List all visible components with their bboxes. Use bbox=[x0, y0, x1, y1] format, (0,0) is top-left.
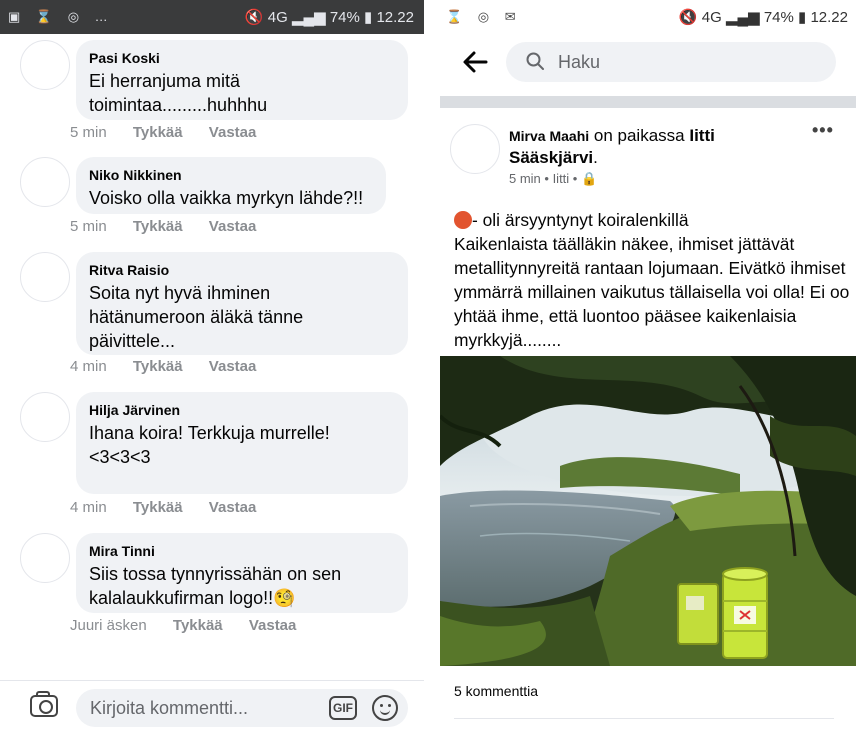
post-time-place: 5 min • Iitti • bbox=[509, 171, 578, 186]
mute-icon: 🔇 bbox=[678, 9, 698, 26]
battery-label: 74% bbox=[763, 9, 794, 26]
feed-divider bbox=[440, 96, 856, 108]
comment-text-line: toimintaa.........huhhhu bbox=[89, 95, 268, 115]
comment-text-line: Siis tossa tynnyrissähän on sen bbox=[89, 564, 342, 584]
reply-button[interactable]: Vastaa bbox=[209, 358, 257, 375]
comment-author[interactable]: Mira Tinni bbox=[89, 542, 396, 560]
comment-time: 5 min bbox=[70, 124, 107, 141]
comment-author[interactable]: Hilja Järvinen bbox=[89, 401, 396, 419]
comment-text-line: kalalaukkufirman logo!!🧐 bbox=[89, 588, 296, 608]
search-icon bbox=[526, 52, 544, 70]
location-name-line2[interactable]: Sääskjärvi bbox=[509, 148, 593, 167]
post-header: Mirva Maahi on paikassa Iitti Sääskjärvi… bbox=[509, 126, 715, 167]
location-prefix: on paikassa bbox=[593, 126, 685, 145]
comment-actions: Juuri äsken Tykkää Vastaa bbox=[70, 617, 318, 634]
reply-button[interactable]: Vastaa bbox=[249, 617, 297, 634]
like-button[interactable]: Tykkää bbox=[173, 617, 223, 634]
comment-input[interactable]: Kirjoita kommentti... GIF bbox=[76, 689, 408, 727]
mute-icon: 🔇 bbox=[244, 9, 264, 26]
notification-icons: ⌛ ◎ ✉ bbox=[446, 9, 522, 24]
comment-input-placeholder: Kirjoita kommentti... bbox=[90, 698, 249, 718]
network-label: 4G bbox=[267, 9, 288, 26]
emoji-icon[interactable] bbox=[372, 695, 398, 721]
avatar[interactable] bbox=[20, 252, 70, 302]
post-meta: 5 min • Iitti • 🔒 bbox=[509, 171, 597, 187]
comment-bubble[interactable]: Pasi Koski Ei herranjuma mitä toimintaa.… bbox=[76, 40, 408, 120]
comment-text-line: Ihana koira! Terkkuja murrelle! bbox=[89, 423, 330, 443]
post-body: - oli ärsyyntynyt koiralenkillä Kaikenla… bbox=[454, 208, 850, 352]
avatar[interactable] bbox=[20, 533, 70, 583]
avatar[interactable] bbox=[20, 392, 70, 442]
avatar[interactable] bbox=[450, 124, 500, 174]
comment-bubble[interactable]: Hilja Järvinen Ihana koira! Terkkuja mur… bbox=[76, 392, 408, 494]
comment-actions: 4 min Tykkää Vastaa bbox=[70, 499, 278, 516]
camera-icon[interactable] bbox=[30, 691, 58, 717]
reply-button[interactable]: Vastaa bbox=[209, 499, 257, 516]
search-placeholder: Haku bbox=[558, 52, 601, 72]
post-screen: ⌛ ◎ ✉ 🔇 4G ▂▄▆ 74% ▮ 12.22 Haku Mirva Ma… bbox=[432, 0, 856, 729]
avatar[interactable] bbox=[20, 40, 70, 90]
back-arrow-icon[interactable] bbox=[462, 50, 488, 74]
panel-gap bbox=[424, 0, 432, 729]
comment-text-line: Ei herranjuma mitä bbox=[89, 71, 241, 91]
comment-actions: 5 min Tykkää Vastaa bbox=[70, 124, 278, 141]
lock-icon: 🔒 bbox=[580, 171, 598, 186]
network-label: 4G bbox=[701, 9, 722, 26]
comment-text-line: Voisko olla vaikka myrkyn lähde?!! bbox=[89, 188, 364, 208]
comment-composer: Kirjoita kommentti... GIF bbox=[0, 680, 424, 729]
comment-author[interactable]: Niko Nikkinen bbox=[89, 166, 374, 184]
signal-icon: ▂▄▆ bbox=[291, 9, 326, 26]
battery-icon: ▮ bbox=[364, 9, 373, 26]
comment-text-line: Soita nyt hyvä ihminen bbox=[89, 283, 271, 303]
location-name[interactable]: Iitti bbox=[689, 126, 715, 145]
post-photo[interactable] bbox=[440, 356, 856, 666]
comment-count[interactable]: 5 kommenttia bbox=[454, 683, 538, 699]
feeling-line: - oli ärsyyntynyt koiralenkillä bbox=[454, 208, 850, 232]
like-button[interactable]: Tykkää bbox=[133, 358, 183, 375]
status-bar: ⌛ ◎ ✉ 🔇 4G ▂▄▆ 74% ▮ 12.22 bbox=[432, 0, 856, 34]
status-bar: ▣ ⌛ ◎ … 🔇 4G ▂▄▆ 74% ▮ 12.22 bbox=[0, 0, 424, 34]
angry-face-icon bbox=[454, 211, 472, 229]
clock: 12.22 bbox=[810, 9, 848, 26]
comment-bubble[interactable]: Niko Nikkinen Voisko olla vaikka myrkyn … bbox=[76, 157, 386, 214]
divider bbox=[454, 718, 834, 719]
comments-screen: ▣ ⌛ ◎ … 🔇 4G ▂▄▆ 74% ▮ 12.22 Pasi Koski … bbox=[0, 0, 424, 729]
comment-author[interactable]: Ritva Raisio bbox=[89, 261, 396, 279]
comment-actions: 4 min Tykkää Vastaa bbox=[70, 358, 278, 375]
comment-time: 4 min bbox=[70, 358, 107, 375]
comment-actions: 5 min Tykkää Vastaa bbox=[70, 218, 278, 235]
comment-time: 5 min bbox=[70, 218, 107, 235]
search-input[interactable]: Haku bbox=[506, 42, 836, 82]
clock: 12.22 bbox=[376, 9, 414, 26]
battery-label: 74% bbox=[329, 9, 360, 26]
notification-icons: ▣ ⌛ ◎ … bbox=[8, 9, 114, 24]
comment-bubble[interactable]: Ritva Raisio Soita nyt hyvä ihminen hätä… bbox=[76, 252, 408, 355]
comment-text-line: hätänumeroon äläkä tänne bbox=[89, 307, 304, 327]
comment-time: Juuri äsken bbox=[70, 617, 147, 634]
signal-icon: ▂▄▆ bbox=[725, 9, 760, 26]
reply-button[interactable]: Vastaa bbox=[209, 218, 257, 235]
like-button[interactable]: Tykkää bbox=[133, 218, 183, 235]
avatar[interactable] bbox=[20, 157, 70, 207]
like-button[interactable]: Tykkää bbox=[133, 499, 183, 516]
comment-bubble[interactable]: Mira Tinni Siis tossa tynnyrissähän on s… bbox=[76, 533, 408, 613]
comment-text-line: <3<3<3 bbox=[89, 447, 151, 467]
post-text: Kaikenlaista täälläkin näkee, ihmiset jä… bbox=[454, 234, 850, 350]
comment-text-line: päivittele... bbox=[89, 331, 176, 351]
reply-button[interactable]: Vastaa bbox=[209, 124, 257, 141]
more-options-icon[interactable]: ••• bbox=[812, 120, 834, 141]
like-button[interactable]: Tykkää bbox=[133, 124, 183, 141]
comment-author[interactable]: Pasi Koski bbox=[89, 49, 396, 67]
gif-button[interactable]: GIF bbox=[329, 696, 357, 720]
comment-time: 4 min bbox=[70, 499, 107, 516]
feeling-text: - oli ärsyyntynyt koiralenkillä bbox=[472, 210, 689, 230]
post-author[interactable]: Mirva Maahi bbox=[509, 128, 589, 144]
battery-icon: ▮ bbox=[798, 9, 807, 26]
